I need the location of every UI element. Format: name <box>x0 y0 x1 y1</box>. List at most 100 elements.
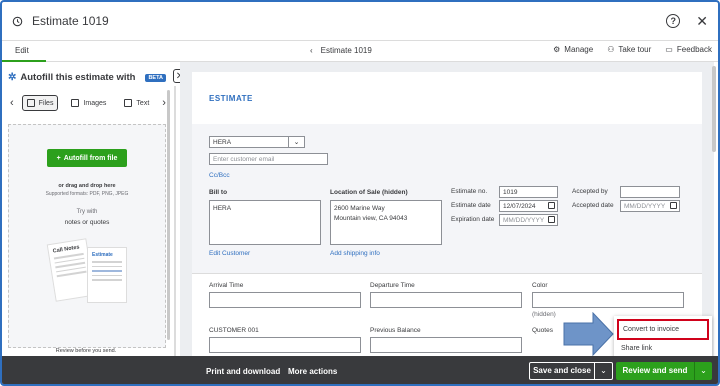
app-window: Estimate 1019 ? ✕ Edit ‹ Estimate 1019 ⚙… <box>0 0 720 386</box>
sample-estimate[interactable]: Estimate <box>87 247 127 303</box>
add-shipping-link[interactable]: Add shipping info <box>330 250 380 257</box>
note-line <box>92 261 122 263</box>
tab-files[interactable]: Files <box>21 95 59 111</box>
previous-balance-field[interactable] <box>370 337 522 353</box>
expiration-date-field[interactable]: MM/DD/YYYY <box>499 214 558 226</box>
feedback-button[interactable]: ▭ Feedback <box>665 45 712 54</box>
print-download-button[interactable]: Print and download <box>206 367 280 376</box>
expiration-date-label: Expiration date <box>451 216 495 223</box>
location-field[interactable]: 2600 Marine Way Mountain view, CA 94043 <box>330 200 442 245</box>
sparkle-icon: ✲ <box>8 72 17 83</box>
review-send-label: Review and send <box>622 366 688 375</box>
file-drop-zone[interactable]: + Autofill from file or drag and drop he… <box>8 124 166 348</box>
calendar-icon[interactable] <box>548 216 555 223</box>
accepted-date-field[interactable]: MM/DD/YYYY <box>620 200 680 212</box>
arrival-time-label: Arrival Time <box>209 282 244 289</box>
chevron-left-icon[interactable]: ‹ <box>10 97 14 109</box>
estimate-no-field[interactable]: 1019 <box>499 186 558 198</box>
image-icon <box>71 99 80 107</box>
customer-001-field[interactable] <box>209 337 361 353</box>
arrival-time-field[interactable] <box>209 292 361 308</box>
color-label: Color <box>532 282 548 289</box>
calendar-icon[interactable] <box>670 202 677 209</box>
help-icon[interactable]: ? <box>666 14 681 28</box>
share-link-option[interactable]: Share link <box>621 345 652 352</box>
note-line <box>92 270 122 272</box>
estimate-date-value: 12/07/2024 <box>503 203 536 210</box>
take-tour-button[interactable]: ⚇ Take tour <box>607 45 651 54</box>
chevron-right-icon[interactable]: › <box>162 97 166 109</box>
location-label: Location of Sale (hidden) <box>330 189 408 196</box>
location-line-2: Mountain view, CA 94043 <box>334 215 408 222</box>
estimate-date-label: Estimate date <box>451 202 491 209</box>
departure-time-label: Departure Time <box>370 282 415 289</box>
take-tour-label: Take tour <box>618 45 652 54</box>
autofill-panel: ✲ Autofill this estimate with BETA ‹ Fil… <box>2 62 170 356</box>
color-field[interactable] <box>532 292 684 308</box>
autofill-from-file-button[interactable]: + Autofill from file <box>47 149 127 167</box>
chevron-left-icon[interactable]: ‹ <box>310 46 313 55</box>
save-and-close-button[interactable]: Save and close ⌄ <box>529 362 613 380</box>
customer-select[interactable]: HERA <box>209 136 289 148</box>
review-hint: Review before you send. <box>55 348 117 354</box>
text-icon <box>124 99 133 107</box>
save-close-label: Save and close <box>533 366 591 375</box>
feedback-label: Feedback <box>676 45 712 54</box>
supported-formats: Supported formats: PDF, PNG, JPEG <box>45 191 129 197</box>
left-scrollbar[interactable] <box>167 90 170 340</box>
more-actions-button[interactable]: More actions <box>288 367 337 376</box>
history-icon[interactable] <box>12 16 23 27</box>
title-bar: Estimate 1019 ? ✕ <box>2 2 718 40</box>
window-title: Estimate 1019 <box>32 14 109 28</box>
manage-button[interactable]: ⚙ Manage <box>553 45 593 54</box>
close-window-icon[interactable]: ✕ <box>696 14 708 28</box>
note-line <box>92 274 122 276</box>
sample-estimate-title: Estimate <box>92 252 113 258</box>
bill-to-field[interactable]: HERA <box>209 200 321 245</box>
form-scrollbar[interactable] <box>712 66 716 152</box>
accepted-date-placeholder: MM/DD/YYYY <box>624 203 666 210</box>
section-divider <box>192 273 702 274</box>
tour-icon: ⚇ <box>607 45 615 54</box>
review-and-send-button[interactable]: Review and send ⌄ <box>616 362 712 380</box>
tab-text[interactable]: Text <box>119 95 154 111</box>
estimate-date-field[interactable]: 12/07/2024 <box>499 200 558 212</box>
file-icon <box>26 99 35 107</box>
notes-quotes-link[interactable]: notes or quotes <box>9 219 165 226</box>
gear-icon: ⚙ <box>553 45 561 54</box>
record-title: Estimate 1019 <box>320 46 372 55</box>
autofill-button-label: Autofill from file <box>63 154 118 162</box>
customer-email-field[interactable]: Enter customer email <box>209 153 328 165</box>
quotes-label: Quotes <box>532 327 553 334</box>
tab-images[interactable]: Images <box>66 95 111 111</box>
departure-time-field[interactable] <box>370 292 522 308</box>
chevron-down-icon[interactable]: ⌄ <box>289 136 305 148</box>
save-options-menu: Convert to invoice Share link <box>614 316 712 358</box>
expiration-placeholder: MM/DD/YYYY <box>503 217 545 224</box>
note-line <box>92 279 122 281</box>
sub-header: Edit ‹ Estimate 1019 ⚙ Manage ⚇ Take tour … <box>2 40 718 62</box>
previous-balance-label: Previous Balance <box>370 327 421 334</box>
accepted-by-field[interactable] <box>620 186 680 198</box>
chevron-down-icon[interactable]: ⌄ <box>594 363 612 379</box>
document-title: ESTIMATE <box>209 94 253 103</box>
tab-text-label: Text <box>136 99 150 107</box>
manage-label: Manage <box>564 45 594 54</box>
cc-bcc-link[interactable]: Cc/Bcc <box>209 172 230 179</box>
record-nav: ‹ Estimate 1019 <box>310 46 372 55</box>
customer-001-label: CUSTOMER 001 <box>209 327 259 334</box>
footer-toolbar: Print and download More actions Save and… <box>2 356 718 384</box>
tab-edit[interactable]: Edit <box>2 41 46 62</box>
bill-to-label: Bill to <box>209 189 228 196</box>
tab-images-label: Images <box>83 99 107 107</box>
chevron-down-icon[interactable]: ⌄ <box>694 362 712 380</box>
estimate-no-label: Estimate no. <box>451 188 488 195</box>
location-line-1: 2600 Marine Way <box>334 205 385 212</box>
convert-to-invoice-option[interactable]: Convert to invoice <box>617 319 709 340</box>
plus-icon: + <box>56 154 61 162</box>
accepted-by-label: Accepted by <box>572 188 608 195</box>
calendar-icon[interactable] <box>548 202 555 209</box>
edit-customer-link[interactable]: Edit Customer <box>209 250 250 257</box>
hidden-note: (hidden) <box>532 311 556 318</box>
panel-divider <box>174 86 176 356</box>
